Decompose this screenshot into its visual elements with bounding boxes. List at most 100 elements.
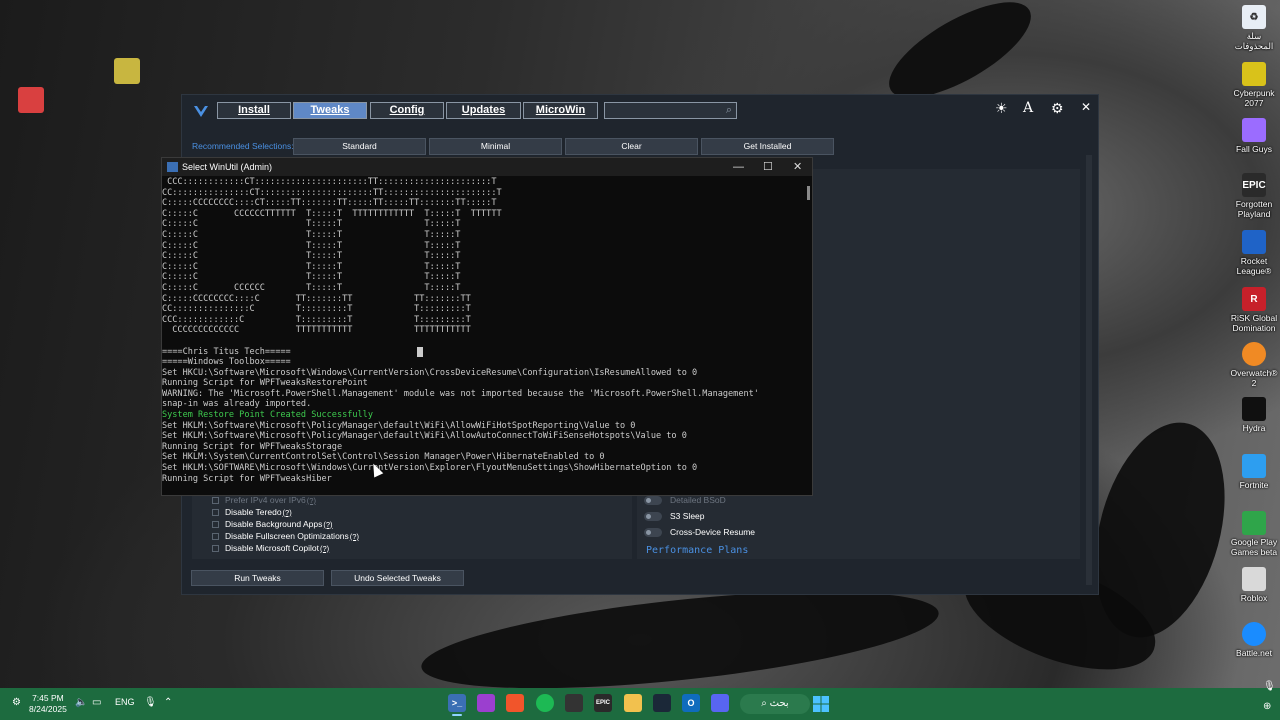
terminal-icon[interactable]: >_ [448, 694, 466, 716]
console-line: C:::::C CCCCCC T:::::T T:::::T [162, 282, 461, 293]
brave-icon[interactable] [506, 694, 524, 712]
tweak-disable-fullscreen-optimizations[interactable]: Disable Fullscreen Optimizations (?) [212, 531, 359, 541]
language-indicator[interactable]: ENG [115, 697, 135, 707]
overwatch-icon [1242, 342, 1266, 366]
discord-icon[interactable] [711, 694, 729, 712]
epic-games-icon[interactable]: EPIC [594, 694, 612, 712]
console-line: C:::::C T:::::T T:::::T [162, 219, 461, 230]
console-line: Set HKLM:\Software\Microsoft\PolicyManag… [162, 431, 687, 442]
cyberpunk-icon [1242, 62, 1266, 86]
checkbox[interactable] [212, 544, 219, 552]
settings-gear-icon[interactable]: ⚙ [1051, 100, 1064, 117]
tab-config[interactable]: Config [370, 102, 444, 119]
unity-icon[interactable] [565, 694, 583, 712]
close-icon[interactable]: ✕ [1081, 100, 1091, 114]
chevron-up-icon[interactable]: ⌃ [164, 697, 172, 708]
desktop-icon-battle-net[interactable]: Battle.net [1228, 622, 1280, 658]
outlook-icon[interactable]: O [682, 694, 700, 712]
scrollbar[interactable] [1086, 155, 1092, 585]
file-explorer-icon[interactable] [624, 694, 642, 712]
tab-tweaks[interactable]: Tweaks [293, 102, 367, 119]
desktop-icon-forgotten-playland[interactable]: EPIC Forgotten Playland [1228, 173, 1280, 219]
taskbar-search[interactable]: ⌕ بحث [740, 694, 810, 714]
tab-microwin[interactable]: MicroWin [523, 102, 598, 119]
rocket-league-icon [1242, 230, 1266, 254]
console-line: WARNING: The 'Microsoft.PowerShell.Manag… [162, 388, 759, 399]
performance-plans-heading: Performance Plans [646, 545, 749, 556]
toggle-switch[interactable] [644, 495, 662, 505]
windows-start-icon[interactable] [813, 696, 829, 712]
console-line: C:::::C T:::::T T:::::T [162, 261, 461, 272]
checkbox[interactable] [212, 496, 219, 504]
console-line: C:::::CCCCCCCC::::C TT:::::::TT TT::::::… [162, 293, 471, 304]
google-play-games-icon [1242, 511, 1266, 535]
search-input[interactable]: ⌕ [604, 102, 737, 119]
console-line: Set HKCU:\Software\Microsoft\Windows\Cur… [162, 367, 698, 378]
microphone-icon[interactable]: 🎙 [144, 697, 157, 708]
toggle-switch[interactable] [644, 527, 662, 537]
run-tweaks-button[interactable]: Run Tweaks [191, 570, 324, 586]
tweak-disable-teredo[interactable]: Disable Teredo (?) [212, 507, 292, 517]
desktop-icon-recycle-bin[interactable]: ♻ سلة المحذوفات [1228, 5, 1280, 51]
console-line: C:::::C T:::::T T:::::T [162, 229, 461, 240]
console-line: C:::::C T:::::T T:::::T [162, 272, 461, 283]
tweak-disable-background-apps[interactable]: Disable Background Apps (?) [212, 519, 333, 529]
roblox-icon [1242, 567, 1266, 591]
console-line: CC:::::::::::::::C T:::::::::T T::::::::… [162, 304, 471, 315]
standard-button[interactable]: Standard [293, 138, 426, 155]
tweak-prefer-ipv4[interactable]: Prefer IPv4 over IPv6 (?) [212, 495, 316, 505]
clock[interactable]: 7:45 PM 8/24/2025 [29, 693, 67, 715]
desktop-icon-cyberpunk[interactable]: Cyberpunk 2077 [1228, 62, 1280, 108]
maximize-icon[interactable]: ☐ [763, 158, 773, 176]
risk-icon: R [1242, 287, 1266, 311]
toggle-cross-device-resume[interactable]: Cross-Device Resume [644, 527, 755, 537]
console-title: Select WinUtil (Admin) [182, 162, 273, 172]
mic-tray-icon[interactable]: 🎙 [1263, 681, 1276, 692]
font-scale-icon[interactable]: A [1023, 100, 1033, 116]
wifi-icon[interactable] [114, 58, 140, 84]
tab-updates[interactable]: Updates [446, 102, 521, 119]
console-line: ====Chris Titus Tech===== [162, 346, 291, 357]
spotify-icon[interactable] [536, 694, 554, 712]
toggle-switch[interactable] [644, 511, 662, 521]
desktop-icon-roblox[interactable]: Roblox [1228, 567, 1280, 603]
undo-tweaks-button[interactable]: Undo Selected Tweaks [331, 570, 464, 586]
desktop-icon-risk[interactable]: R RiSK Global Domination [1228, 287, 1280, 333]
desktop-icon-fortnite[interactable]: Fortnite [1228, 454, 1280, 490]
desktop-app-icon[interactable] [18, 87, 44, 113]
desktop-icon-overwatch[interactable]: Overwatch® 2 [1228, 342, 1280, 388]
network-icon[interactable]: ▭ [92, 697, 101, 708]
checkbox[interactable] [212, 520, 219, 528]
minimize-icon[interactable]: — [733, 158, 744, 176]
hydra-icon [1242, 397, 1266, 421]
volume-icon[interactable]: 🔈 [75, 697, 87, 708]
console-scrollbar[interactable] [807, 186, 810, 200]
clear-button[interactable]: Clear [565, 138, 698, 155]
console-output[interactable]: CCC::::::::::::CT::::::::::::::::::::::T… [162, 177, 802, 495]
console-line: C:::::C T:::::T T:::::T [162, 240, 461, 251]
battle-net-icon [1242, 622, 1266, 646]
theme-toggle-icon[interactable]: ☀ [995, 100, 1008, 117]
notification-icon[interactable]: ⚙ [12, 697, 21, 708]
console-line: C:::::C CCCCCCTTTTTT T:::::T TTTTTTTTTTT… [162, 208, 502, 219]
close-icon[interactable]: ✕ [793, 158, 802, 176]
toggle-detailed-bsod[interactable]: Detailed BSoD [644, 495, 726, 505]
desktop-icon-rocket-league[interactable]: Rocket League® [1228, 230, 1280, 276]
desktop-icon-hydra[interactable]: Hydra [1228, 397, 1280, 433]
console-titlebar[interactable]: Select WinUtil (Admin) — ☐ ✕ [162, 158, 812, 176]
toggle-s3-sleep[interactable]: S3 Sleep [644, 511, 705, 521]
checkbox[interactable] [212, 508, 219, 516]
steam-icon[interactable] [653, 694, 671, 712]
checkbox[interactable] [212, 532, 219, 540]
console-line: Set HKLM:\Software\Microsoft\PolicyManag… [162, 420, 636, 431]
desktop-icon-google-play-games[interactable]: Google Play Games beta [1228, 511, 1280, 557]
tab-install[interactable]: Install [217, 102, 291, 119]
get-installed-button[interactable]: Get Installed [701, 138, 834, 155]
tweak-disable-copilot[interactable]: Disable Microsoft Copilot (?) [212, 543, 329, 553]
desktop-icon-fall-guys[interactable]: Fall Guys [1228, 118, 1280, 154]
app-purple-icon[interactable] [477, 694, 495, 712]
minimal-button[interactable]: Minimal [429, 138, 562, 155]
location-icon[interactable]: ⊕ [1263, 701, 1271, 712]
search-icon: ⌕ [725, 104, 732, 116]
